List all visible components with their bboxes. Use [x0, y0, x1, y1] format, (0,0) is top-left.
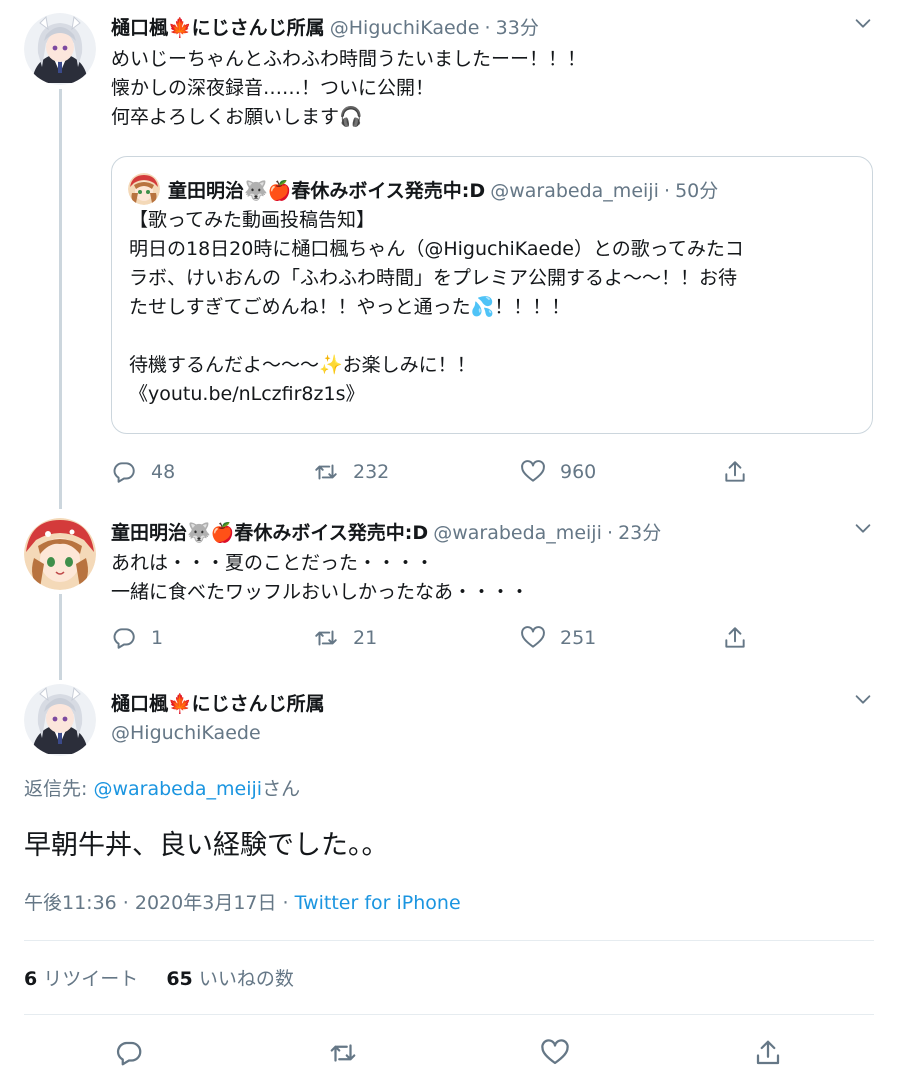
tweet1-retweet-count: 232 [353, 461, 390, 483]
quoted-tweet-line: 【歌ってみた動画投稿告知】 [129, 209, 376, 231]
main-retweet-button[interactable] [328, 1038, 358, 1068]
main-author-name[interactable]: 樋口楓🍁にじさんじ所属 [111, 689, 325, 716]
reply-icon [116, 1041, 142, 1066]
tweet1-author-name[interactable]: 樋口楓🍁にじさんじ所属 [111, 17, 325, 39]
tweet1-share-button[interactable] [722, 457, 748, 487]
separator-dot: · [663, 180, 670, 202]
tweet-timestamp[interactable]: 午後11:36 · 2020年3月17日 · [24, 892, 295, 914]
heart-icon [521, 626, 545, 648]
tweet1-text: めいじーちゃんとふわふわ時間うたいましたーー！！！ 懐かしの深夜録音……！ついに… [111, 45, 586, 132]
like-total: 65 [166, 968, 193, 990]
retweet-icon [315, 464, 337, 480]
main-tweet-text: 早朝牛丼、良い経験でした。。 [24, 830, 389, 861]
heart-icon [541, 1039, 569, 1065]
tweet2-like-button[interactable]: 251 [520, 623, 596, 653]
tweet1-retweet-button[interactable]: 232 [313, 457, 389, 487]
tweet2-author-handle[interactable]: @warabeda_meiji [433, 522, 602, 544]
reply-prefix: 返信先: [24, 778, 94, 800]
tweet2-line: 一緒に食べたワッフルおいしかったなあ・・・・ [111, 581, 530, 603]
tweet1-reply-button[interactable]: 48 [111, 457, 175, 487]
separator-dot: · [606, 522, 613, 544]
reply-to-link[interactable]: @warabeda_meiji [93, 778, 262, 800]
tweet-client-link[interactable]: Twitter for iPhone [295, 892, 461, 914]
tweet1-time[interactable]: 33分 [496, 17, 539, 39]
quoted-tweet-avatar [128, 173, 160, 205]
quoted-tweet-text: 【歌ってみた動画投稿告知】 明日の18日20時に樋口楓ちゃん（@HiguchiK… [129, 206, 744, 409]
tweet1-line: めいじーちゃんとふわふわ時間うたいましたーー！！！ [111, 48, 587, 70]
quoted-tweet-link[interactable]: 《youtu.be/nLczfir8z1s》 [129, 380, 744, 409]
tweet1-header: 樋口楓🍁にじさんじ所属 @HiguchiKaede · 33分 [111, 13, 539, 40]
tweet2-share-button[interactable] [722, 623, 748, 653]
tweet1-like-count: 960 [560, 461, 597, 483]
retweet-label: リツイート [37, 968, 139, 990]
retweet-total: 6 [24, 968, 38, 990]
avatar-higuchi-kaede[interactable] [24, 13, 96, 85]
tweet1-reply-count: 48 [151, 461, 176, 483]
tweet2-reply-button[interactable]: 1 [111, 623, 163, 653]
quoted-tweet-line: 明日の18日20時に樋口楓ちゃん（@HiguchiKaede）との歌ってみたコ [129, 238, 744, 260]
tweet1-author-handle[interactable]: @HiguchiKaede [330, 17, 480, 39]
main-share-button[interactable] [753, 1038, 783, 1068]
like-stat[interactable]: 65 いいねの数 [166, 968, 294, 990]
divider [24, 940, 874, 941]
retweet-icon [315, 630, 337, 646]
reply-icon [113, 462, 135, 483]
tweet1-line: 何卒よろしくお願いします🎧 [111, 106, 363, 128]
main-author-handle[interactable]: @HiguchiKaede [111, 722, 261, 744]
separator-dot: · [484, 17, 491, 39]
avatar-warabeda-meiji[interactable] [24, 518, 96, 590]
tweet2-retweet-count: 21 [353, 627, 378, 649]
tweet2-author-name[interactable]: 童田明治🐺🍎春休みボイス発売中:D [111, 522, 428, 544]
share-icon [725, 461, 745, 482]
quoted-tweet-line: ラボ、けいおんの「ふわふわ時間」をプレミア公開するよ～～！！お待 [129, 267, 738, 289]
reply-suffix: さん [262, 778, 301, 800]
engagement-stats: 6 リツイート 65 いいねの数 [24, 964, 294, 991]
divider [24, 1014, 874, 1015]
quoted-tweet-time: 50分 [675, 180, 719, 202]
quoted-tweet-header: 童田明治🐺🍎春休みボイス発売中:D @warabeda_meiji · 50分 [168, 176, 718, 203]
quoted-tweet-line [129, 322, 744, 351]
tweet2-line: あれは・・・夏のことだった・・・・ [111, 552, 435, 574]
tweet2-chevron-down-icon[interactable] [852, 517, 874, 539]
quoted-tweet-line: たせしすぎてごめんね！！やっと通った💦！！！！ [129, 296, 571, 318]
tweet2-like-count: 251 [560, 627, 597, 649]
tweet1-chevron-down-icon[interactable] [852, 12, 874, 34]
reply-context: 返信先: @warabeda_meijiさん [24, 774, 300, 801]
share-icon [725, 627, 745, 648]
thread-line [59, 89, 62, 509]
quoted-tweet-line: 待機するんだよ～～～✨お楽しみに！！ [129, 354, 476, 376]
avatar-higuchi-kaede[interactable] [24, 684, 96, 756]
tweet2-reply-count: 1 [151, 627, 164, 649]
tweet1-like-button[interactable]: 960 [520, 457, 596, 487]
tweet2-header: 童田明治🐺🍎春休みボイス発売中:D @warabeda_meiji · 23分 [111, 518, 661, 545]
tweet2-time[interactable]: 23分 [618, 522, 661, 544]
tweet1-line: 懐かしの深夜録音……！ついに公開！ [111, 77, 435, 99]
retweet-stat[interactable]: 6 リツイート [24, 968, 138, 990]
tweet2-retweet-button[interactable]: 21 [313, 623, 377, 653]
thread-line [59, 594, 62, 680]
quoted-tweet-author-name: 童田明治🐺🍎春休みボイス発売中:D [168, 180, 486, 202]
main-reply-button[interactable] [114, 1038, 144, 1068]
quoted-tweet-author-handle: @warabeda_meiji [490, 180, 659, 202]
tweet2-text: あれは・・・夏のことだった・・・・ 一緒に食べたワッフルおいしかったなあ・・・・ [111, 549, 529, 607]
heart-icon [521, 460, 545, 482]
retweet-icon [330, 1044, 356, 1062]
tweet-meta: 午後11:36 · 2020年3月17日 · Twitter for iPhon… [24, 888, 461, 915]
quoted-tweet-card[interactable]: 童田明治🐺🍎春休みボイス発売中:D @warabeda_meiji · 50分 … [111, 156, 873, 434]
like-label: いいねの数 [192, 968, 294, 990]
reply-icon [113, 628, 135, 649]
main-chevron-down-icon[interactable] [852, 688, 874, 710]
main-like-button[interactable] [540, 1038, 570, 1068]
share-icon [756, 1040, 780, 1065]
